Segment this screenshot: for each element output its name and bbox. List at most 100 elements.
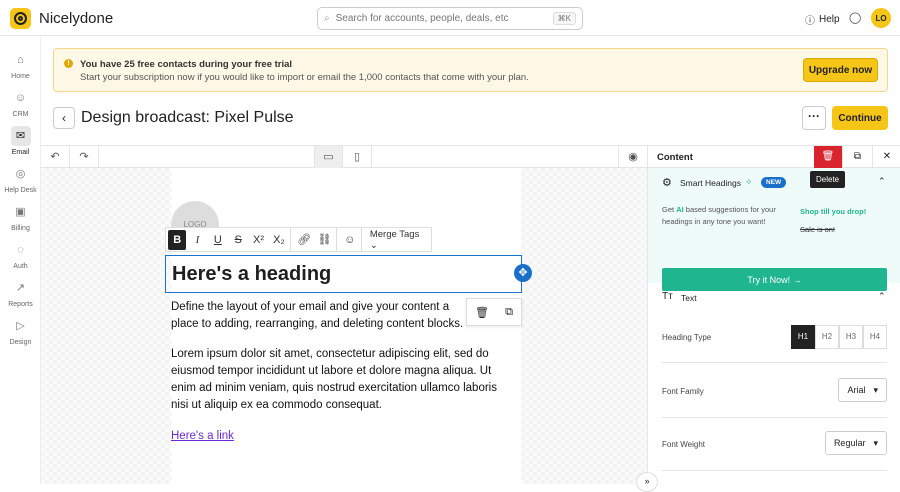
undo-icon[interactable]: ↶: [41, 146, 70, 168]
smart-headings-title: Smart Headings: [680, 178, 741, 188]
paragraph-1[interactable]: Define the layout of your email and give…: [171, 299, 471, 333]
font-family-select[interactable]: Arial ▾: [838, 378, 887, 402]
upgrade-button[interactable]: Upgrade now: [803, 58, 878, 82]
expand-panel-icon[interactable]: »: [636, 472, 658, 492]
sidebar-item-help-desk[interactable]: ◎ Help Desk: [0, 164, 41, 194]
banner-title: You have 25 free contacts during your fr…: [80, 59, 293, 70]
search-box[interactable]: ⌕ ⌘K: [317, 7, 583, 30]
block-actions: 🗑︎ ⧉: [466, 298, 522, 326]
new-badge: NEW: [761, 177, 787, 188]
text-section-title: Text: [681, 293, 697, 303]
sidebar: ⌂ Home ☺ CRM ✉ Email ◎ Help Desk ▣ Billing ◌ Auth ↗ R…: [0, 37, 41, 484]
chat-icon[interactable]: ◯: [849, 11, 861, 24]
email-link[interactable]: Here's a link: [171, 430, 234, 442]
merge-tags-dropdown[interactable]: Merge Tags ⌄: [364, 229, 431, 251]
duplicate-block-icon[interactable]: ⧉: [505, 306, 513, 319]
heading-block[interactable]: Here's a heading: [165, 255, 522, 293]
smart-headings-section: ⚙ Smart Headings ✧ NEW ⌃ Get AI based su…: [648, 168, 900, 291]
underline-button[interactable]: U: [209, 230, 227, 250]
sample-heading-1: Shop till you drop!: [800, 207, 867, 216]
font-weight-label: Font Weight: [662, 440, 705, 449]
sidebar-item-home[interactable]: ⌂ Home: [0, 50, 41, 80]
font-family-label: Font Family: [662, 387, 704, 396]
subscript-button[interactable]: X₂: [270, 230, 288, 250]
help-icon: ⓘ: [805, 16, 815, 27]
warning-icon: !: [64, 59, 73, 68]
editor-toolbar: ↶ ↷ ▭ ▯ ◉: [41, 145, 647, 168]
heading-type-row: Heading Type H1 H2 H3 H4: [662, 325, 887, 363]
delete-tooltip: Delete: [810, 171, 846, 188]
heading-type-h2[interactable]: H2: [815, 325, 839, 349]
home-icon: ⌂: [17, 54, 24, 66]
link-icon[interactable]: 🔗︎: [295, 230, 313, 250]
avatar[interactable]: LO: [871, 8, 891, 28]
top-bar: Nicelydone ⌕ ⌘K ⓘ Help ◯ LO: [0, 0, 900, 36]
move-handle-icon[interactable]: ✥: [514, 264, 532, 282]
preview-eye-icon[interactable]: ◉: [618, 146, 647, 168]
sidebar-item-label: CRM: [12, 111, 29, 118]
sidebar-item-label: Auth: [13, 263, 28, 270]
bold-button[interactable]: B: [168, 229, 187, 250]
heading-type-h1[interactable]: H1: [791, 325, 815, 349]
back-button[interactable]: ‹: [53, 107, 75, 129]
app-logo[interactable]: [10, 8, 31, 29]
search-icon: ⌕: [324, 13, 330, 24]
app-name: Nicelydone: [39, 10, 114, 27]
heading-type-label: Heading Type: [662, 333, 712, 342]
auth-icon: ◌: [17, 244, 24, 256]
heading-type-h4[interactable]: H4: [863, 325, 887, 349]
design-icon: ▷: [16, 320, 25, 332]
sidebar-item-design[interactable]: ▷ Design: [0, 316, 41, 346]
italic-button[interactable]: I: [188, 230, 206, 250]
font-family-row: Font Family Arial ▾: [662, 370, 887, 418]
collapse-chevron-icon[interactable]: ⌃: [878, 176, 886, 187]
search-input[interactable]: [335, 13, 547, 24]
email-icon: ✉: [10, 126, 31, 146]
sparkle-icon: ✧: [745, 177, 753, 187]
delete-icon[interactable]: 🗑︎: [814, 146, 842, 169]
content-panel: Content 🗑︎ ⧉ ✕ ⚙ Smart Headings ✧ NEW ⌃ …: [647, 145, 900, 484]
more-options-button[interactable]: ···: [802, 106, 826, 130]
sidebar-item-label: Email: [11, 149, 30, 156]
continue-button[interactable]: Continue: [832, 106, 888, 130]
sidebar-item-label: Reports: [8, 301, 33, 308]
strikethrough-button[interactable]: S: [229, 230, 247, 250]
superscript-button[interactable]: X²: [249, 230, 267, 250]
billing-icon: ▣: [15, 206, 26, 218]
sidebar-item-label: Help Desk: [4, 187, 37, 194]
panel-title: Content: [657, 152, 693, 163]
sidebar-item-auth[interactable]: ◌ Auth: [0, 240, 41, 270]
heading-type-h3[interactable]: H3: [839, 325, 863, 349]
shortcut-hint: ⌘K: [552, 12, 576, 25]
help-label: Help: [819, 14, 840, 25]
delete-block-icon[interactable]: 🗑︎: [475, 306, 489, 319]
emoji-icon[interactable]: ☺: [341, 230, 359, 250]
unlink-icon[interactable]: ⛓: [315, 230, 333, 250]
format-toolbar: B I U S X² X₂ 🔗︎ ⛓ ☺ Merge Tags ⌄: [165, 227, 432, 252]
help-button[interactable]: ⓘ Help: [805, 12, 840, 27]
text-icon: Tт: [662, 291, 673, 302]
close-icon[interactable]: ✕: [872, 146, 900, 168]
caret-down-icon: ▾: [873, 384, 878, 395]
paragraph-2[interactable]: Lorem ipsum dolor sit amet, consectetur …: [171, 346, 516, 414]
page-title: Design broadcast: Pixel Pulse: [81, 109, 294, 126]
font-weight-select[interactable]: Regular ▾: [824, 431, 887, 455]
sidebar-item-label: Billing: [11, 225, 30, 232]
sidebar-item-crm[interactable]: ☺ CRM: [0, 88, 41, 118]
sidebar-item-billing[interactable]: ▣ Billing: [0, 202, 41, 232]
desktop-view-icon[interactable]: ▭: [314, 146, 343, 168]
redo-icon[interactable]: ↷: [70, 146, 99, 168]
help-desk-icon: ◎: [15, 168, 26, 180]
mobile-view-icon[interactable]: ▯: [343, 146, 372, 168]
trial-banner: ! You have 25 free contacts during your …: [53, 48, 888, 92]
caret-down-icon: ▾: [873, 437, 878, 448]
duplicate-icon[interactable]: ⧉: [842, 146, 872, 168]
sidebar-item-label: Design: [9, 339, 32, 346]
sidebar-item-email[interactable]: ✉ Email: [0, 126, 41, 156]
text-collapse-icon[interactable]: ⌃: [878, 291, 886, 302]
crm-icon: ☺: [14, 92, 27, 104]
reports-icon: ↗: [15, 282, 26, 294]
sidebar-item-reports[interactable]: ↗ Reports: [0, 278, 41, 308]
sidebar-item-label: Home: [11, 73, 30, 80]
try-it-now-button[interactable]: Try it Now! →: [662, 268, 887, 291]
